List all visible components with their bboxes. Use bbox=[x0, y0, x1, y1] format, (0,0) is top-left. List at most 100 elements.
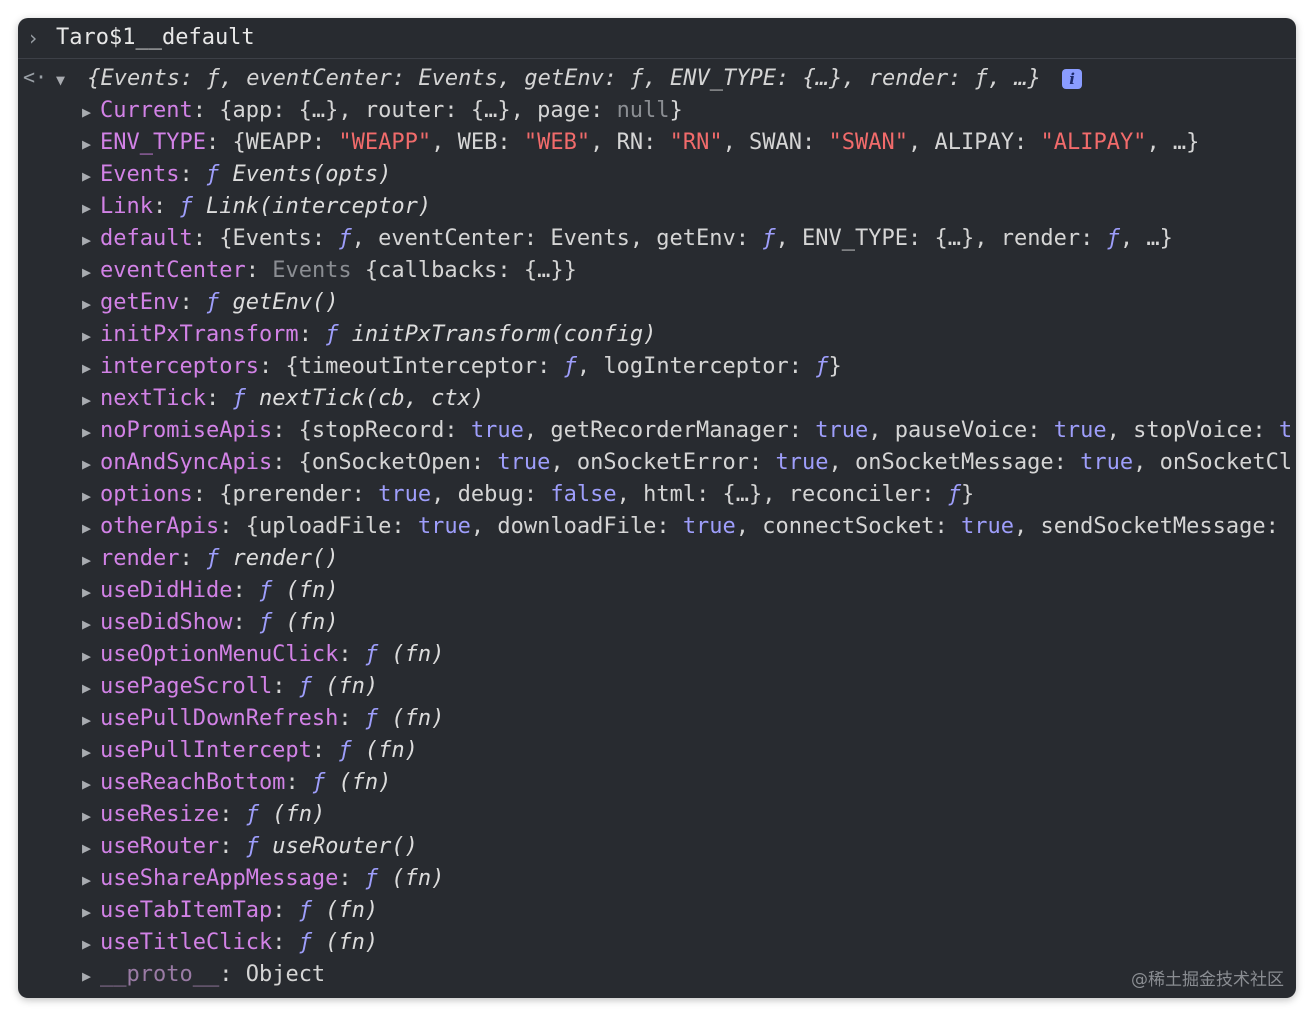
property-value-part: : bbox=[311, 738, 339, 763]
property-value-part: (fn) bbox=[391, 866, 445, 891]
expand-triangle-right-icon[interactable]: ▶ bbox=[82, 352, 100, 384]
property-row[interactable]: ▶ render: ƒ render() bbox=[82, 543, 338, 575]
property-value-part: , ALIPAY: bbox=[908, 130, 1041, 155]
property-row[interactable]: ▶ Link: ƒ Link(interceptor) bbox=[82, 191, 431, 223]
property-key: otherApis bbox=[100, 514, 220, 539]
property-row[interactable]: ▶ useRouter: ƒ useRouter() bbox=[82, 831, 418, 863]
expand-triangle-right-icon[interactable]: ▶ bbox=[82, 832, 100, 864]
expand-triangle-right-icon[interactable]: ▶ bbox=[82, 128, 100, 160]
property-value-part: , pauseVoice: bbox=[868, 418, 1054, 443]
property-row[interactable]: ▶ otherApis: {uploadFile: true, downloadF… bbox=[82, 511, 1279, 543]
property-row[interactable]: ▶ options: {prerender: true, debug: false… bbox=[82, 479, 974, 511]
property-row[interactable]: ▶ useDidShow: ƒ (fn) bbox=[82, 607, 338, 639]
property-value-part: (fn) bbox=[364, 738, 418, 763]
property-value-part: , WEB: bbox=[431, 130, 524, 155]
property-row[interactable]: ▶ ENV_TYPE: {WEAPP: "WEAPP", WEB: "WEB", … bbox=[82, 127, 1199, 159]
property-value-part: : bbox=[179, 546, 206, 571]
property-value-part: : bbox=[232, 578, 259, 603]
property-row[interactable]: ▶ Events: ƒ Events(opts) bbox=[82, 159, 391, 191]
property-row[interactable]: ▶ usePullIntercept: ƒ (fn) bbox=[82, 735, 418, 767]
property-value-part: ƒ bbox=[298, 898, 326, 923]
property-value-part: , stopVoice: bbox=[1106, 418, 1279, 443]
property-row[interactable]: ▶ useDidHide: ƒ (fn) bbox=[82, 575, 338, 607]
property-row[interactable]: ▶ useResize: ƒ (fn) bbox=[82, 799, 325, 831]
property-value-part: , connectSocket: bbox=[735, 514, 961, 539]
expand-triangle-right-icon[interactable]: ▶ bbox=[82, 672, 100, 704]
expand-triangle-right-icon[interactable]: ▶ bbox=[82, 768, 100, 800]
property-value-part: : bbox=[219, 802, 246, 827]
property-row[interactable]: ▶ useReachBottom: ƒ (fn) bbox=[82, 767, 391, 799]
property-key: ENV_TYPE bbox=[100, 130, 206, 155]
property-row[interactable]: ▶ initPxTransform: ƒ initPxTransform(conf… bbox=[82, 319, 656, 351]
property-row[interactable]: ▶ useShareAppMessage: ƒ (fn) bbox=[82, 863, 444, 895]
property-value-part: ƒ bbox=[311, 770, 339, 795]
expand-triangle-right-icon[interactable]: ▶ bbox=[82, 608, 100, 640]
property-value-part: true bbox=[960, 514, 1014, 539]
property-row[interactable]: ▶ interceptors: {timeoutInterceptor: ƒ, l… bbox=[82, 351, 842, 383]
property-row[interactable]: ▶ __proto__: Object bbox=[82, 959, 325, 991]
expand-triangle-right-icon[interactable]: ▶ bbox=[82, 896, 100, 928]
expand-triangle-right-icon[interactable]: ▶ bbox=[82, 736, 100, 768]
property-row[interactable]: ▶ useOptionMenuClick: ƒ (fn) bbox=[82, 639, 444, 671]
property-value-part: Link(interceptor) bbox=[205, 194, 432, 219]
property-value-part: ƒ bbox=[563, 354, 577, 379]
property-value-part: nextTick(cb, ctx) bbox=[258, 386, 485, 411]
property-key: usePullIntercept bbox=[100, 738, 312, 763]
property-row[interactable]: ▶ usePullDownRefresh: ƒ (fn) bbox=[82, 703, 444, 735]
property-value-part: ƒ bbox=[205, 546, 233, 571]
expand-triangle-right-icon[interactable]: ▶ bbox=[82, 256, 100, 288]
expand-triangle-right-icon[interactable]: ▶ bbox=[82, 864, 100, 896]
property-key: onAndSyncApis bbox=[100, 450, 273, 475]
expand-triangle-right-icon[interactable]: ▶ bbox=[82, 960, 100, 992]
property-value-part: getEnv() bbox=[232, 290, 339, 315]
property-key: useOptionMenuClick bbox=[100, 642, 339, 667]
property-row[interactable]: ▶ eventCenter: Events {callbacks: {…}} bbox=[82, 255, 577, 287]
property-key: nextTick bbox=[100, 386, 206, 411]
expand-triangle-right-icon[interactable]: ▶ bbox=[82, 640, 100, 672]
expand-triangle-right-icon[interactable]: ▶ bbox=[82, 416, 100, 448]
property-value-part: , onSocketCl bbox=[1133, 450, 1293, 475]
property-row[interactable]: ▶ useTitleClick: ƒ (fn) bbox=[82, 927, 378, 959]
property-row[interactable]: ▶ noPromiseApis: {stopRecord: true, getRe… bbox=[82, 415, 1292, 447]
property-value-part: : {onSocketOpen: bbox=[272, 450, 498, 475]
property-row[interactable]: ▶ usePageScroll: ƒ (fn) bbox=[82, 671, 378, 703]
console-input-line[interactable]: › Taro$1__default bbox=[18, 18, 1296, 59]
property-value-part: : bbox=[338, 706, 365, 731]
property-row[interactable]: ▶ getEnv: ƒ getEnv() bbox=[82, 287, 338, 319]
property-value-part: true bbox=[417, 514, 471, 539]
property-row[interactable]: ▶ onAndSyncApis: {onSocketOpen: true, onS… bbox=[82, 447, 1292, 479]
property-value-part: "WEAPP" bbox=[338, 130, 432, 155]
property-key: eventCenter bbox=[100, 258, 246, 283]
expand-triangle-right-icon[interactable]: ▶ bbox=[82, 224, 100, 256]
expand-triangle-down-icon[interactable]: ▼ bbox=[56, 64, 74, 96]
expand-triangle-right-icon[interactable]: ▶ bbox=[82, 96, 100, 128]
result-summary-row[interactable]: ▼ {Events: ƒ, eventCenter: Events, getEn… bbox=[56, 63, 1083, 96]
expand-triangle-right-icon[interactable]: ▶ bbox=[82, 160, 100, 192]
property-row[interactable]: ▶ nextTick: ƒ nextTick(cb, ctx) bbox=[82, 383, 484, 415]
property-row[interactable]: ▶ useTabItemTap: ƒ (fn) bbox=[82, 895, 378, 927]
property-value-part: , ENV_TYPE: {…}, render: bbox=[775, 226, 1107, 251]
property-value-part: ƒ bbox=[364, 706, 392, 731]
property-key: useRouter bbox=[100, 834, 220, 859]
expand-triangle-right-icon[interactable]: ▶ bbox=[82, 512, 100, 544]
expand-triangle-right-icon[interactable]: ▶ bbox=[82, 480, 100, 512]
expand-triangle-right-icon[interactable]: ▶ bbox=[82, 544, 100, 576]
property-row[interactable]: ▶ default: {Events: ƒ, eventCenter: Event… bbox=[82, 223, 1173, 255]
expand-triangle-right-icon[interactable]: ▶ bbox=[82, 384, 100, 416]
property-value-part: , html: {…}, reconciler: bbox=[616, 482, 948, 507]
expand-triangle-right-icon[interactable]: ▶ bbox=[82, 704, 100, 736]
expand-triangle-right-icon[interactable]: ▶ bbox=[82, 192, 100, 224]
expand-triangle-right-icon[interactable]: ▶ bbox=[82, 320, 100, 352]
expand-triangle-right-icon[interactable]: ▶ bbox=[82, 576, 100, 608]
expand-triangle-right-icon[interactable]: ▶ bbox=[82, 800, 100, 832]
property-key: usePageScroll bbox=[100, 674, 273, 699]
property-key: useShareAppMessage bbox=[100, 866, 339, 891]
expand-triangle-right-icon[interactable]: ▶ bbox=[82, 288, 100, 320]
property-value-part: ƒ bbox=[298, 674, 326, 699]
expand-triangle-right-icon[interactable]: ▶ bbox=[82, 928, 100, 960]
property-row[interactable]: ▶ Current: {app: {…}, router: {…}, page: … bbox=[82, 95, 683, 127]
expand-triangle-right-icon[interactable]: ▶ bbox=[82, 448, 100, 480]
info-icon[interactable]: i bbox=[1062, 69, 1083, 89]
property-value-part: "RN" bbox=[669, 130, 723, 155]
property-value-part: : {app: {…}, router: {…}, page: bbox=[192, 98, 617, 123]
